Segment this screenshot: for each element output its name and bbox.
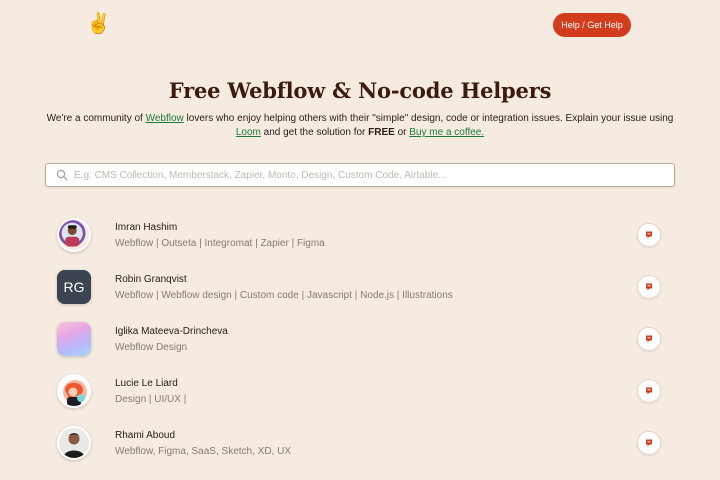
person-photo-icon [57,218,91,252]
message-icon [646,335,652,343]
helper-row[interactable]: Imran Hashim Webflow | Outseta | Integro… [0,210,720,262]
message-icon [646,231,652,239]
helper-tags: Webflow | Webflow design | Custom code |… [115,290,453,301]
illustrated-person-icon [57,374,91,408]
contact-button[interactable] [637,379,661,403]
helper-tags: Webflow, Figma, SaaS, Sketch, XD, UX [115,446,291,457]
message-icon [646,387,652,395]
rg-monogram-text: RG [64,279,85,295]
contact-button[interactable] [637,275,661,299]
helper-row[interactable]: Lucie Le Liard Design | UI/UX | [0,366,720,418]
free-text: FREE [368,127,395,138]
contact-button[interactable] [637,223,661,247]
desc-text-3: and get the solution for [260,127,369,138]
buy-me-a-coffee-link[interactable]: Buy me a coffee. [409,127,484,138]
desc-text-4: or [394,127,410,138]
search-bar[interactable] [45,163,675,187]
help-get-help-button[interactable]: Help / Get Help [553,13,631,37]
helper-row[interactable]: Rhami Aboud Webflow, Figma, SaaS, Sketch… [0,418,720,470]
helper-name: Rhami Aboud [115,430,176,441]
desc-text-1: We're a community of [46,113,146,124]
page-title: Free Webflow & No-code Helpers [168,78,552,103]
helper-tags: Webflow Design [115,342,188,353]
gradient-icon [57,322,91,356]
helper-row[interactable]: Iglika Mateeva-Drincheva Webflow Design [0,314,720,366]
helper-name: Iglika Mateeva-Drincheva [115,326,228,337]
helper-row[interactable]: RG Robin Granqvist Webflow | Webflow des… [0,262,720,314]
desc-text-2: lovers who enjoy helping others with the… [183,113,674,124]
message-icon [646,439,652,447]
helper-tags: Design | UI/UX | [115,394,187,405]
search-input[interactable] [74,166,664,184]
victory-hand-icon[interactable]: ✌️ [86,12,111,36]
hero-description: We're a community of Webflow lovers who … [44,112,676,140]
rg-monogram-icon: RG [57,270,91,304]
webflow-link[interactable]: Webflow [146,113,184,124]
top-bar: ✌️ Help / Get Help [0,0,720,50]
helper-name: Imran Hashim [115,222,178,233]
loom-link[interactable]: Loom [236,127,261,138]
search-icon [56,169,68,181]
helper-name: Robin Granqvist [115,274,187,285]
helper-tags: Webflow | Outseta | Integromat | Zapier … [115,238,325,249]
helper-name: Lucie Le Liard [115,378,178,389]
person-photo-icon [57,426,91,460]
contact-button[interactable] [637,327,661,351]
contact-button[interactable] [637,431,661,455]
message-icon [646,283,652,291]
